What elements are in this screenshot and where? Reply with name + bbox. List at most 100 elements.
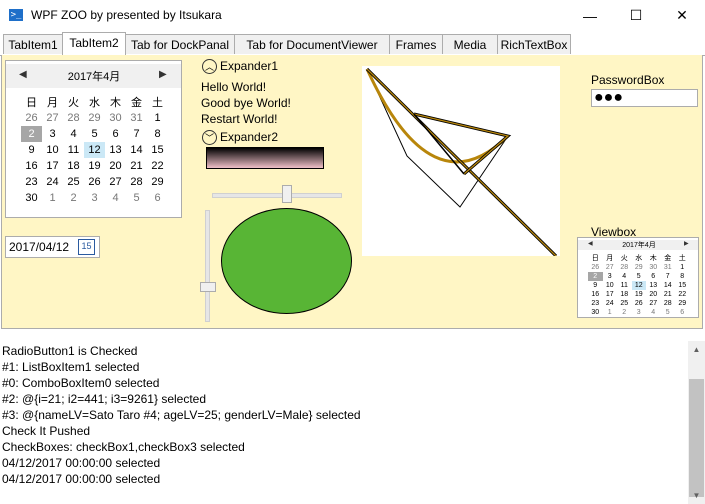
calendar-day[interactable]: 25 xyxy=(63,174,84,190)
viewbox-calendar-day[interactable]: 18 xyxy=(617,290,632,299)
calendar-day[interactable]: 29 xyxy=(84,110,105,126)
password-box[interactable]: ●●● xyxy=(591,89,698,107)
viewbox-calendar-day[interactable]: 2 xyxy=(588,272,603,281)
calendar-day[interactable]: 2 xyxy=(21,126,42,142)
viewbox-calendar-day[interactable]: 5 xyxy=(661,308,676,317)
tab-documentviewer[interactable]: Tab for DocumentViewer xyxy=(234,34,390,54)
calendar-day[interactable]: 31 xyxy=(126,110,147,126)
collapse-icon[interactable]: ︿ xyxy=(202,59,217,75)
viewbox-calendar-day[interactable]: 6 xyxy=(675,308,690,317)
calendar-icon[interactable]: 15 xyxy=(78,239,95,255)
calendar-day[interactable]: 20 xyxy=(105,158,126,174)
viewbox-calendar-day[interactable]: 23 xyxy=(588,299,603,308)
minimize-button[interactable]: — xyxy=(567,0,613,31)
viewbox-calendar[interactable]: ◀ 2017年4月 ▶ 日月火水木金土 26 27 28 29 30 31 1 2 3 4 5 6 7 8 9… xyxy=(577,237,699,318)
viewbox-calendar-day[interactable]: 9 xyxy=(588,281,603,290)
calendar-day[interactable]: 6 xyxy=(105,126,126,142)
viewbox-calendar-day[interactable]: 24 xyxy=(603,299,618,308)
calendar-day[interactable]: 7 xyxy=(126,126,147,142)
viewbox-calendar-day[interactable]: 15 xyxy=(675,281,690,290)
calendar-day[interactable]: 13 xyxy=(105,142,126,158)
viewbox-calendar-day[interactable]: 7 xyxy=(661,272,676,281)
calendar-day[interactable]: 22 xyxy=(147,158,168,174)
calendar-day[interactable]: 10 xyxy=(42,142,63,158)
calendar-day[interactable]: 1 xyxy=(42,190,63,206)
tab-frames[interactable]: Frames xyxy=(389,34,443,54)
log-output[interactable]: RadioButton1 is Checked #1: ListBoxItem1 … xyxy=(0,336,705,504)
calendar-day[interactable]: 14 xyxy=(126,142,147,158)
viewbox-calendar-day[interactable]: 1 xyxy=(675,263,690,272)
tab-tabitem1[interactable]: TabItem1 xyxy=(3,34,63,54)
calendar-day[interactable]: 28 xyxy=(126,174,147,190)
viewbox-calendar-day[interactable]: 16 xyxy=(588,290,603,299)
calendar-day[interactable]: 26 xyxy=(21,110,42,126)
calendar-day[interactable]: 5 xyxy=(84,126,105,142)
viewbox-calendar-day[interactable]: 14 xyxy=(661,281,676,290)
viewbox-calendar-day[interactable]: 13 xyxy=(646,281,661,290)
viewbox-calendar-day[interactable]: 20 xyxy=(646,290,661,299)
calendar-day[interactable]: 16 xyxy=(21,158,42,174)
vertical-slider-thumb[interactable] xyxy=(200,282,216,292)
calendar-day[interactable]: 19 xyxy=(84,158,105,174)
viewbox-calendar-day[interactable]: 26 xyxy=(632,299,647,308)
calendar-day[interactable]: 12 xyxy=(84,142,105,158)
calendar-day[interactable]: 26 xyxy=(84,174,105,190)
viewbox-calendar-day[interactable]: 11 xyxy=(617,281,632,290)
viewbox-calendar-day[interactable]: 6 xyxy=(646,272,661,281)
expander2[interactable]: ﹀ Expander2 xyxy=(202,130,278,146)
horizontal-slider-thumb[interactable] xyxy=(282,185,292,203)
viewbox-calendar-day[interactable]: 17 xyxy=(603,290,618,299)
viewbox-prev-icon[interactable]: ◀ xyxy=(588,240,593,247)
expander1-header[interactable]: Expander1 xyxy=(220,59,278,73)
date-picker-value[interactable]: 2017/04/12 xyxy=(9,240,69,254)
calendar-day[interactable]: 27 xyxy=(42,110,63,126)
calendar-day[interactable]: 1 xyxy=(147,110,168,126)
close-button[interactable]: ✕ xyxy=(659,0,705,31)
viewbox-calendar-day[interactable]: 29 xyxy=(632,263,647,272)
viewbox-calendar-day[interactable]: 4 xyxy=(617,272,632,281)
calendar-day[interactable]: 15 xyxy=(147,142,168,158)
calendar-day[interactable]: 6 xyxy=(147,190,168,206)
calendar-day[interactable]: 18 xyxy=(63,158,84,174)
calendar-day[interactable]: 3 xyxy=(84,190,105,206)
viewbox-calendar-day[interactable]: 4 xyxy=(646,308,661,317)
vertical-scrollbar[interactable]: ▲ ▼ xyxy=(688,341,705,504)
viewbox-calendar-day[interactable]: 25 xyxy=(617,299,632,308)
viewbox-calendar-day[interactable]: 30 xyxy=(646,263,661,272)
viewbox-calendar-day[interactable]: 19 xyxy=(632,290,647,299)
viewbox-calendar-day[interactable]: 31 xyxy=(661,263,676,272)
calendar-day[interactable]: 3 xyxy=(42,126,63,142)
calendar[interactable]: ◀ 2017年4月 ▶ 日月火水木金土 26 27 28 29 30 31 1 2 3 4 5 6 7 8 9… xyxy=(5,60,182,218)
date-picker[interactable]: 2017/04/12 15 xyxy=(5,236,100,258)
calendar-day[interactable]: 24 xyxy=(42,174,63,190)
expander1[interactable]: ︿ Expander1 xyxy=(202,59,278,75)
calendar-day[interactable]: 28 xyxy=(63,110,84,126)
viewbox-calendar-day[interactable]: 3 xyxy=(603,272,618,281)
tab-tabitem2[interactable]: TabItem2 xyxy=(62,32,126,55)
calendar-day[interactable]: 4 xyxy=(105,190,126,206)
viewbox-calendar-day[interactable]: 10 xyxy=(603,281,618,290)
viewbox-calendar-day[interactable]: 12 xyxy=(631,281,646,290)
viewbox-calendar-day[interactable]: 1 xyxy=(603,308,618,317)
expander2-header[interactable]: Expander2 xyxy=(220,130,278,144)
viewbox-calendar-day[interactable]: 5 xyxy=(632,272,647,281)
tab-dockpanal[interactable]: Tab for DockPanal xyxy=(125,34,235,54)
calendar-day[interactable]: 17 xyxy=(42,158,63,174)
calendar-day[interactable]: 21 xyxy=(126,158,147,174)
viewbox-calendar-day[interactable]: 22 xyxy=(675,290,690,299)
scroll-up-icon[interactable]: ▲ xyxy=(688,341,705,358)
tab-richtextbox[interactable]: RichTextBox xyxy=(497,34,571,54)
calendar-day[interactable]: 27 xyxy=(105,174,126,190)
viewbox-calendar-day[interactable]: 28 xyxy=(661,299,676,308)
viewbox-calendar-day[interactable]: 8 xyxy=(675,272,690,281)
calendar-day[interactable]: 8 xyxy=(147,126,168,142)
viewbox-calendar-day[interactable]: 3 xyxy=(632,308,647,317)
scrollbar-thumb[interactable] xyxy=(689,379,704,497)
viewbox-calendar-day[interactable]: 21 xyxy=(661,290,676,299)
calendar-day[interactable]: 23 xyxy=(21,174,42,190)
tab-media[interactable]: Media xyxy=(442,34,498,54)
calendar-prev-icon[interactable]: ◀ xyxy=(19,69,27,80)
vertical-slider-track[interactable] xyxy=(205,210,210,322)
viewbox-calendar-day[interactable]: 26 xyxy=(588,263,603,272)
calendar-day[interactable]: 30 xyxy=(105,110,126,126)
